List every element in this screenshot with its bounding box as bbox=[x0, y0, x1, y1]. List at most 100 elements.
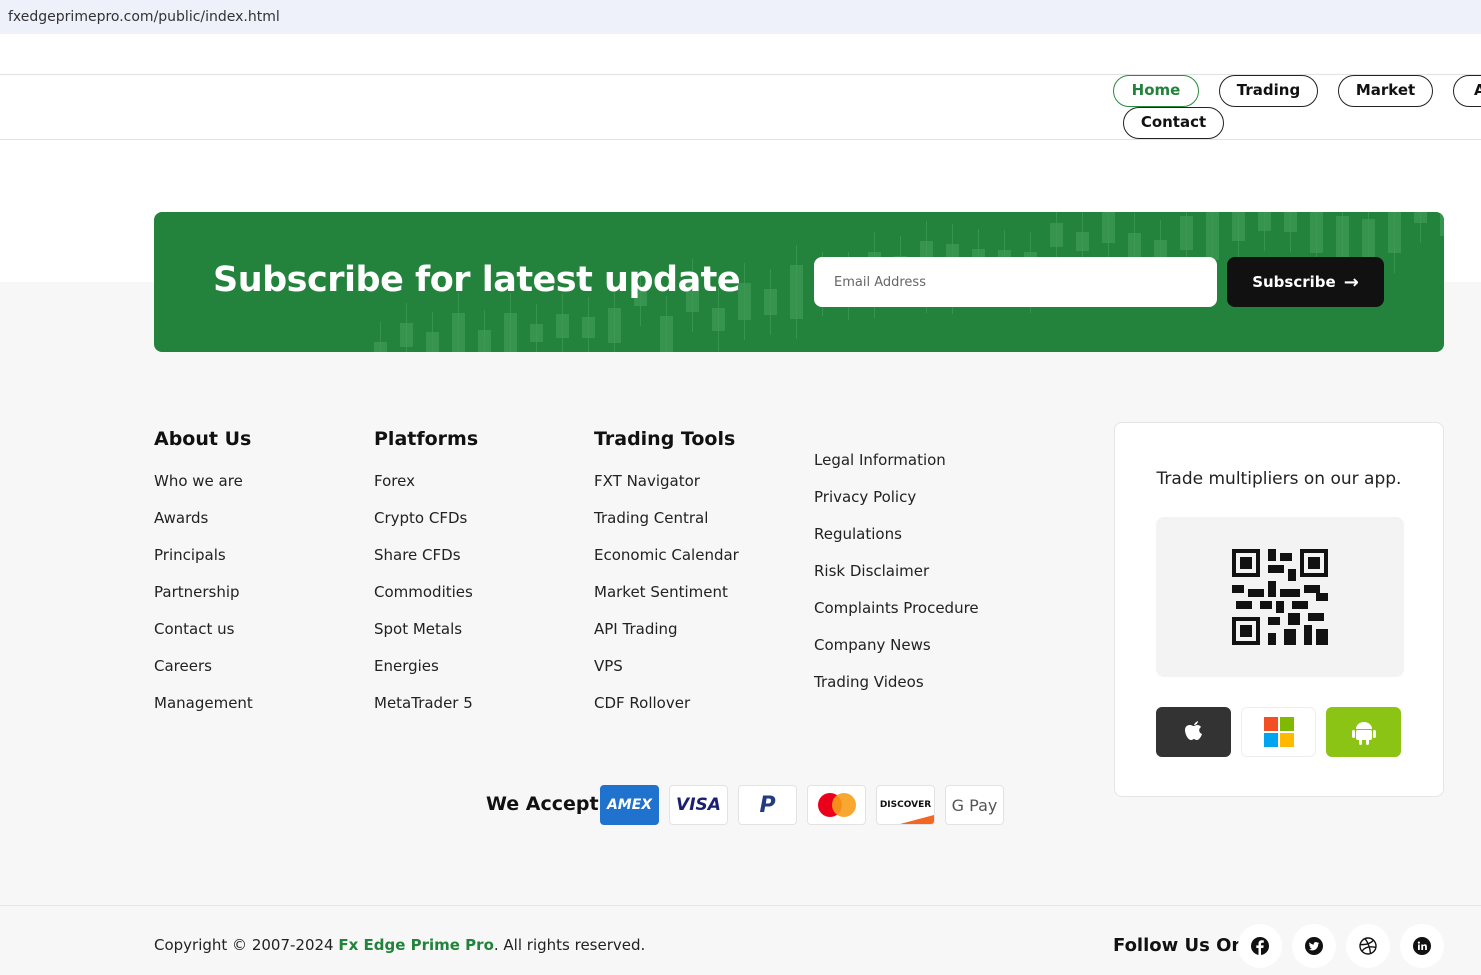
address-bar[interactable]: fxedgeprimepro.com/public/index.html bbox=[0, 0, 1481, 34]
footer-link[interactable]: VPS bbox=[594, 655, 739, 692]
copyright-suffix: . All rights reserved. bbox=[493, 936, 646, 954]
candle-body bbox=[556, 313, 569, 339]
col-heading: Trading Tools bbox=[594, 428, 736, 450]
linkedin-link[interactable] bbox=[1400, 924, 1444, 968]
apple-icon bbox=[1184, 721, 1202, 740]
footer-link[interactable]: Who we are bbox=[154, 470, 253, 507]
subscribe-button[interactable]: Subscribe → bbox=[1227, 257, 1384, 307]
dribbble-icon bbox=[1359, 937, 1377, 955]
candle-body bbox=[1076, 232, 1089, 251]
nav-home[interactable]: Home bbox=[1113, 75, 1199, 107]
app-store-button[interactable] bbox=[1156, 707, 1231, 757]
footer-link[interactable]: Privacy Policy bbox=[814, 486, 979, 523]
qr-code bbox=[1156, 517, 1404, 677]
candle-body bbox=[582, 316, 595, 339]
candle-body bbox=[764, 288, 777, 316]
copyright-prefix: Copyright © 2007-2024 bbox=[154, 936, 339, 954]
candle-body bbox=[1284, 212, 1297, 232]
candle-body bbox=[1102, 212, 1115, 244]
subscribe-label: Subscribe bbox=[1252, 273, 1336, 291]
footer-link[interactable]: Trading Central bbox=[594, 507, 739, 544]
footer-link[interactable]: Management bbox=[154, 692, 253, 729]
follow-label: Follow Us On: bbox=[1113, 935, 1252, 956]
footer-link[interactable]: Partnership bbox=[154, 581, 253, 618]
candle-body bbox=[1206, 212, 1219, 261]
footer-link[interactable]: Careers bbox=[154, 655, 253, 692]
android-icon bbox=[1351, 722, 1376, 745]
candle-body bbox=[1180, 215, 1193, 251]
footer-link[interactable]: API Trading bbox=[594, 618, 739, 655]
facebook-link[interactable] bbox=[1238, 924, 1282, 968]
footer-link[interactable]: Market Sentiment bbox=[594, 581, 739, 618]
footer-link[interactable]: MetaTrader 5 bbox=[374, 692, 478, 729]
candle-body bbox=[1232, 212, 1245, 241]
candle-body bbox=[530, 324, 543, 343]
subscribe-banner: Subscribe for latest update Subscribe → bbox=[154, 212, 1444, 352]
candle-body bbox=[400, 322, 413, 348]
facebook-icon bbox=[1251, 937, 1269, 955]
copyright: Copyright © 2007-2024 Fx Edge Prime Pro.… bbox=[154, 936, 645, 954]
nav-trading[interactable]: Trading bbox=[1219, 75, 1318, 107]
nav-contact[interactable]: Contact bbox=[1123, 107, 1224, 139]
footer-link[interactable]: Complaints Procedure bbox=[814, 597, 979, 634]
discover-logo: DISCOVER bbox=[876, 785, 935, 825]
app-card: Trade multipliers on our app. bbox=[1114, 422, 1444, 797]
candle-body bbox=[712, 308, 725, 331]
arrow-right-icon: → bbox=[1343, 271, 1359, 293]
footer-link[interactable]: FXT Navigator bbox=[594, 470, 739, 507]
visa-logo: VISA bbox=[669, 785, 728, 825]
col-heading: About Us bbox=[154, 428, 252, 450]
windows-store-button[interactable] bbox=[1241, 707, 1316, 757]
brand-link[interactable]: Fx Edge Prime Pro bbox=[338, 936, 494, 954]
twitter-icon bbox=[1305, 937, 1323, 955]
discover-text: DISCOVER bbox=[879, 800, 932, 810]
we-accept-label: We Accept: bbox=[486, 793, 607, 815]
footer-col-tools: Trading Tools FXT Navigator Trading Centr… bbox=[594, 428, 739, 729]
paypal-logo: P bbox=[738, 785, 797, 825]
gpay-logo: G Pay bbox=[945, 785, 1004, 825]
candle-body bbox=[504, 313, 517, 352]
footer-link[interactable]: Spot Metals bbox=[374, 618, 478, 655]
footer-link[interactable]: Legal Information bbox=[814, 449, 979, 486]
twitter-link[interactable] bbox=[1292, 924, 1336, 968]
divider bbox=[0, 139, 1481, 140]
candle-body bbox=[1414, 212, 1427, 223]
footer-link[interactable]: Crypto CFDs bbox=[374, 507, 478, 544]
candle-body bbox=[1388, 212, 1401, 253]
nav-market[interactable]: Market bbox=[1338, 75, 1433, 107]
nav-about[interactable]: A bbox=[1453, 75, 1481, 107]
candle-body bbox=[374, 341, 387, 352]
google-play-button[interactable] bbox=[1326, 707, 1401, 757]
footer-link[interactable]: Economic Calendar bbox=[594, 544, 739, 581]
windows-icon bbox=[1263, 717, 1294, 747]
candle-body bbox=[1310, 212, 1323, 253]
footer-link[interactable]: Trading Videos bbox=[814, 671, 979, 708]
dribbble-link[interactable] bbox=[1346, 924, 1390, 968]
candle-body bbox=[426, 331, 439, 352]
linkedin-icon bbox=[1413, 937, 1431, 955]
footer-col-legal: Legal Information Privacy Policy Regulatio… bbox=[814, 449, 979, 708]
candle-body bbox=[1440, 212, 1444, 237]
footer-link[interactable]: Risk Disclaimer bbox=[814, 560, 979, 597]
qr-code-icon bbox=[1232, 549, 1328, 645]
candle-body bbox=[608, 308, 621, 343]
candle-body bbox=[1258, 212, 1271, 232]
candle-body bbox=[660, 315, 673, 352]
footer-link[interactable]: CDF Rollover bbox=[594, 692, 739, 729]
subscribe-title: Subscribe for latest update bbox=[213, 260, 741, 300]
divider bbox=[0, 905, 1481, 906]
footer-link[interactable]: Commodities bbox=[374, 581, 478, 618]
col-heading: Platforms bbox=[374, 428, 479, 450]
footer-link[interactable]: Awards bbox=[154, 507, 253, 544]
footer-link[interactable]: Energies bbox=[374, 655, 478, 692]
footer-col-about: About Us Who we are Awards Principals Partn… bbox=[154, 428, 253, 729]
email-input[interactable] bbox=[814, 257, 1217, 307]
mastercard-logo bbox=[807, 785, 866, 825]
footer-link[interactable]: Company News bbox=[814, 634, 979, 671]
footer-link[interactable]: Regulations bbox=[814, 523, 979, 560]
app-title: Trade multipliers on our app. bbox=[1156, 469, 1402, 489]
footer-link[interactable]: Forex bbox=[374, 470, 478, 507]
footer-link[interactable]: Principals bbox=[154, 544, 253, 581]
footer-link[interactable]: Share CFDs bbox=[374, 544, 478, 581]
footer-link[interactable]: Contact us bbox=[154, 618, 253, 655]
